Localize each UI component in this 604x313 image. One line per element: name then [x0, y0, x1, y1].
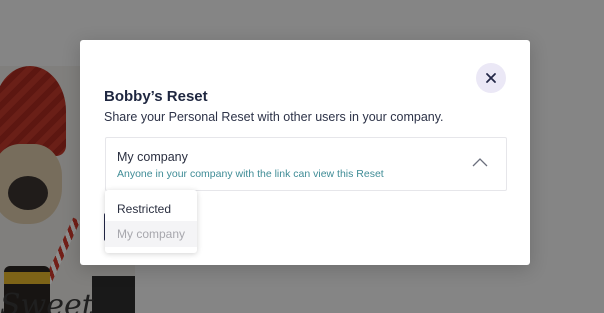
access-level-value: My company: [117, 150, 188, 164]
modal-subtitle: Share your Personal Reset with other use…: [104, 110, 444, 124]
chevron-up-icon: [472, 158, 488, 167]
close-button[interactable]: [476, 63, 506, 93]
modal-title: Bobby’s Reset: [104, 88, 208, 105]
access-level-description: Anyone in your company with the link can…: [117, 168, 384, 180]
access-level-select[interactable]: My company Anyone in your company with t…: [105, 137, 507, 191]
access-level-dropdown: Restricted My company: [105, 190, 197, 253]
option-my-company[interactable]: My company: [105, 221, 197, 247]
close-icon: [486, 73, 496, 83]
option-restricted[interactable]: Restricted: [105, 196, 197, 222]
